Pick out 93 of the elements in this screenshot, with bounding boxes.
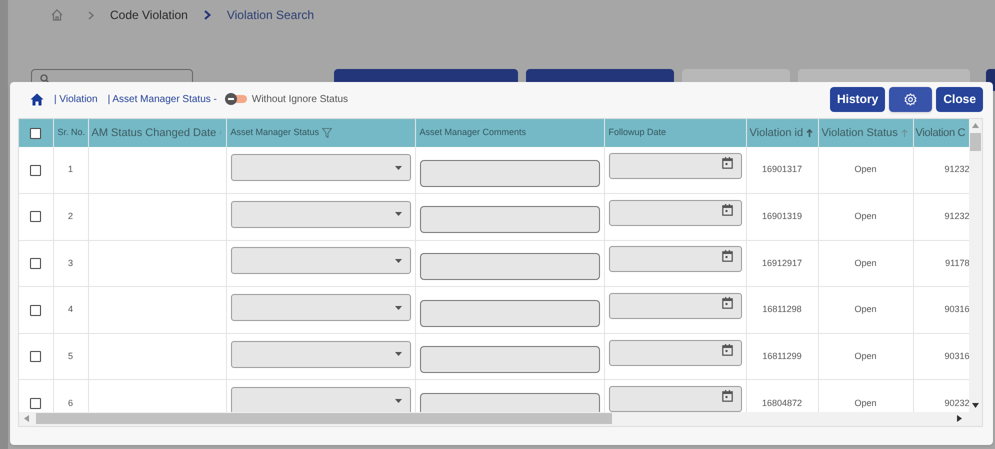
input-field[interactable] <box>420 392 600 412</box>
settings-icon <box>904 92 918 106</box>
row-number: 4 <box>68 304 73 314</box>
dropdown-field[interactable] <box>230 294 410 322</box>
date-field[interactable] <box>608 340 742 366</box>
column-header[interactable]: Violation C <box>916 124 966 142</box>
table-cell: 90316 <box>944 350 970 361</box>
dialog-button[interactable]: History <box>830 86 886 112</box>
table-cell: 16901317 <box>762 164 802 174</box>
calendar-icon[interactable] <box>722 204 732 216</box>
caret-icon <box>394 166 402 170</box>
table-cell: 16912917 <box>762 258 802 268</box>
column-header[interactable]: Violation id <box>750 124 804 142</box>
breadcrumb-link[interactable]: Code Violation <box>110 6 188 24</box>
row-number: 2 <box>68 211 73 222</box>
date-field[interactable] <box>608 386 742 412</box>
filter-icon[interactable] <box>322 128 332 138</box>
table-cell: Open <box>854 398 877 408</box>
checkbox[interactable] <box>30 351 42 362</box>
breadcrumb-link[interactable]: Violation Search <box>226 6 314 24</box>
dropdown-field[interactable] <box>230 247 410 274</box>
settings-button[interactable] <box>889 86 932 112</box>
chevron-icon <box>88 10 94 20</box>
checkbox[interactable] <box>30 258 42 269</box>
table-cell: Open <box>854 211 877 222</box>
sort-arrow-icon[interactable] <box>806 129 814 137</box>
column-header[interactable]: Asset Manager Status <box>230 126 320 140</box>
checkbox[interactable] <box>30 164 42 176</box>
dropdown-field[interactable] <box>230 387 410 412</box>
vertical-scrollbar[interactable] <box>969 119 982 412</box>
scrollbar-thumb[interactable] <box>970 133 982 151</box>
table-cell: 90316 <box>944 304 970 314</box>
column-header[interactable]: Asset Manager Comments <box>420 126 526 140</box>
caret-icon <box>394 352 402 356</box>
input-field[interactable] <box>420 346 600 374</box>
input-field[interactable] <box>420 206 600 234</box>
caret-icon <box>394 398 402 403</box>
table-cell: 16804872 <box>762 398 802 408</box>
breadcrumb-link[interactable]: | Asset Manager Status - <box>108 92 217 106</box>
horizontal-scrollbar[interactable] <box>19 412 982 426</box>
column-header[interactable]: Sr. No. <box>58 126 86 140</box>
dropdown-field[interactable] <box>230 154 410 182</box>
caret-icon <box>394 212 402 216</box>
checkbox[interactable] <box>30 128 42 138</box>
column-header[interactable]: Followup Date <box>608 126 666 140</box>
column-header[interactable]: AM Status Changed Date <box>92 124 216 142</box>
input-field[interactable] <box>420 300 600 327</box>
table-cell: 91232 <box>944 211 970 222</box>
toggle-switch[interactable] <box>224 93 249 105</box>
table-cell: 91232 <box>944 164 970 174</box>
scroll-left-icon[interactable] <box>24 415 29 422</box>
table-cell: Open <box>854 258 877 268</box>
date-field[interactable] <box>608 246 742 272</box>
chevron-icon <box>204 10 211 20</box>
dropdown-field[interactable] <box>230 340 410 368</box>
breadcrumb-link[interactable]: | Violation <box>54 92 98 106</box>
table-cell: Open <box>854 164 877 174</box>
checkbox[interactable] <box>30 211 42 222</box>
row-number: 6 <box>68 398 73 408</box>
scroll-down-icon[interactable] <box>972 403 980 408</box>
search-icon <box>40 74 50 84</box>
row-number: 5 <box>68 350 73 361</box>
toggle-label: Without Ignore Status <box>252 92 348 106</box>
date-field[interactable] <box>608 293 742 320</box>
table-cell: 16811299 <box>762 350 802 361</box>
input-field[interactable] <box>420 252 600 280</box>
dropdown-field[interactable] <box>230 200 410 228</box>
dialog-button[interactable]: Close <box>936 86 983 112</box>
calendar-icon[interactable] <box>722 157 732 170</box>
table-cell: 16811298 <box>762 304 802 314</box>
input-field[interactable] <box>420 160 600 187</box>
date-field[interactable] <box>608 153 742 180</box>
scroll-up-icon[interactable] <box>972 123 980 128</box>
calendar-icon[interactable] <box>722 297 732 310</box>
checkbox[interactable] <box>30 304 42 316</box>
caret-icon <box>394 306 402 310</box>
table-cell: 91178 <box>945 258 970 268</box>
table-cell: Open <box>854 350 877 361</box>
scrollbar-thumb[interactable] <box>36 413 612 424</box>
calendar-icon[interactable] <box>722 390 732 402</box>
date-field[interactable] <box>608 200 742 226</box>
checkbox[interactable] <box>30 398 42 409</box>
row-number: 3 <box>68 258 73 268</box>
table-cell: 16901319 <box>762 211 802 222</box>
scroll-right-icon[interactable] <box>957 415 962 422</box>
table-cell: Open <box>854 304 877 314</box>
row-number: 1 <box>68 164 73 174</box>
table-cell: 90232 <box>944 398 970 408</box>
column-header[interactable]: Violation Status <box>822 124 898 142</box>
calendar-icon[interactable] <box>722 250 732 262</box>
caret-icon <box>394 258 402 263</box>
home-icon[interactable] <box>30 92 44 106</box>
calendar-icon[interactable] <box>722 344 732 356</box>
